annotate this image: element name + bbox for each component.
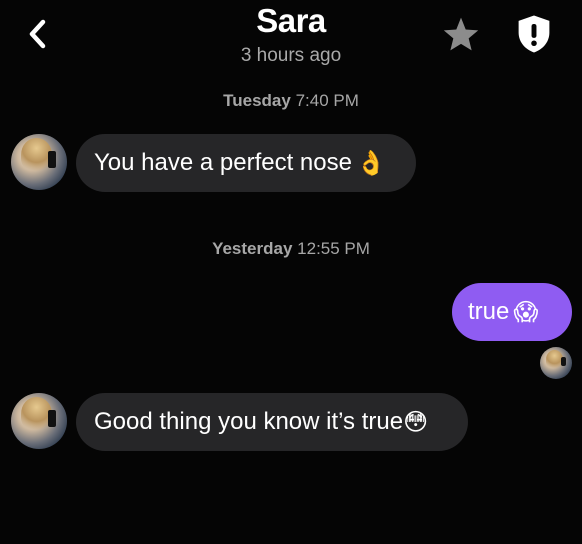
contact-name[interactable]: Sara bbox=[0, 2, 582, 40]
avatar[interactable] bbox=[11, 134, 67, 190]
timestamp-day: Tuesday bbox=[223, 91, 291, 110]
timestamp-time: 12:55 PM bbox=[297, 239, 370, 258]
message-bubble-received: Good thing you know it’s true 😳 bbox=[76, 393, 468, 451]
star-icon bbox=[443, 17, 479, 51]
favorite-button[interactable] bbox=[440, 14, 482, 54]
timestamp-divider: Tuesday 7:40 PM bbox=[0, 91, 582, 111]
timestamp-time: 7:40 PM bbox=[295, 91, 359, 110]
message-text: You have a perfect nose bbox=[94, 149, 352, 176]
avatar[interactable] bbox=[540, 347, 572, 379]
message-bubble-sent: true 😱 bbox=[452, 283, 572, 341]
shield-alert-icon bbox=[518, 15, 550, 53]
last-active-status: 3 hours ago bbox=[240, 45, 342, 66]
timestamp-day: Yesterday bbox=[212, 239, 293, 258]
avatar[interactable] bbox=[11, 393, 67, 449]
flushed-emoji: 😳 bbox=[403, 408, 429, 436]
ok-hand-emoji: 👌 bbox=[355, 149, 386, 177]
timestamp-divider: Yesterday 12:55 PM bbox=[0, 239, 582, 259]
report-button[interactable] bbox=[512, 12, 556, 56]
message-text: true bbox=[468, 298, 510, 325]
chat-header: Sara 3 hours ago bbox=[0, 0, 582, 80]
message-bubble-received: You have a perfect nose 👌 bbox=[76, 134, 416, 192]
message-text: Good thing you know it’s true bbox=[94, 408, 404, 435]
scream-emoji: 😱 bbox=[513, 298, 539, 326]
